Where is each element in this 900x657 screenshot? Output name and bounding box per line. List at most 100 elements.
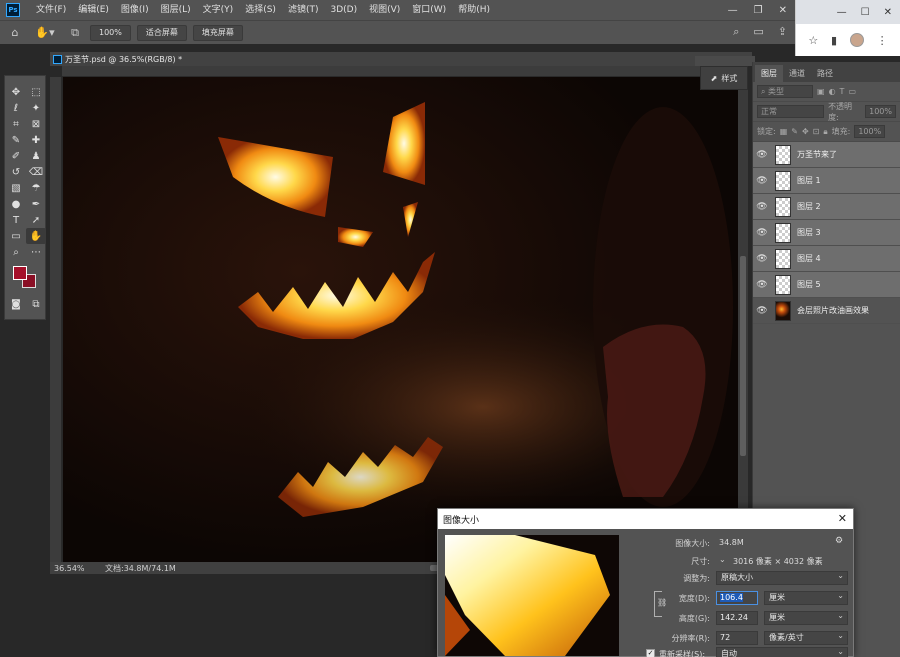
lock-artboard-icon[interactable]: ⊡ [813,127,820,136]
menu-help[interactable]: 帮助(H) [452,0,496,20]
eye-icon[interactable]: 👁︎ [753,254,771,264]
eraser-icon[interactable]: ⌫ [26,164,46,180]
quick-mask-icon[interactable]: ◙ [6,296,26,312]
height-unit-select[interactable]: 厘米 [764,610,848,625]
fill-input[interactable]: 100% [854,125,886,138]
layer-name[interactable]: 万圣节来了 [797,149,837,160]
gradient-tool-icon[interactable]: ▧ [6,180,26,196]
lock-position-icon[interactable]: ✥ [802,127,809,136]
layer-row[interactable]: 👁︎ 图层 4 [753,246,900,272]
layer-name[interactable]: 图层 4 [797,253,821,264]
tab-channels[interactable]: 通道 [783,65,811,82]
zoom-100-button[interactable]: 100% [90,24,131,41]
layer-name[interactable]: 图层 2 [797,201,821,212]
layer-name[interactable]: 图层 5 [797,279,821,290]
filter-type-icon[interactable]: T [840,87,845,96]
eye-icon[interactable]: 👁︎ [753,228,771,238]
menu-layer[interactable]: 图层(L) [155,0,197,20]
gear-icon[interactable]: ⚙ [835,536,843,546]
lock-pixels-icon[interactable]: ▦ [780,127,788,136]
lock-all-icon[interactable]: 🔒︎ [823,127,827,137]
chevron-down-icon[interactable]: ⌄ [719,555,726,564]
width-unit-select[interactable]: 厘米 [764,590,848,605]
close-icon[interactable]: ✕ [838,512,847,525]
shape-tool-icon[interactable]: ▭ [6,228,26,244]
browser-maximize-icon[interactable]: ☐ [861,7,870,18]
menu-edit[interactable]: 编辑(E) [72,0,115,20]
styles-panel-button[interactable]: ⬈ 样式 [700,66,748,90]
close-button[interactable]: ✕ [779,5,787,16]
document-tab[interactable]: 万圣节.psd @ 36.5%(RGB/8) * [50,52,752,66]
resample-checkbox[interactable]: ✓ [646,649,655,657]
eye-icon[interactable]: 👁︎ [753,202,771,212]
menu-3d[interactable]: 3D(D) [324,0,363,20]
hand-tool-icon[interactable]: ✋▾ [34,25,56,41]
doc-info[interactable]: 文档:34.8M/74.1M [105,563,235,574]
lasso-tool-icon[interactable]: ℓ [6,100,26,116]
dodge-tool-icon[interactable]: ● [6,196,26,212]
layer-name[interactable]: 会层照片改油画效果 [797,305,869,316]
fit-to-select[interactable]: 原稿大小 [716,570,848,585]
resample-select[interactable]: 自动 [716,646,848,657]
brush-tool-icon[interactable]: ✐ [6,148,26,164]
tab-layers[interactable]: 图层 [755,65,783,82]
avatar[interactable] [849,33,864,47]
marquee-tool-icon[interactable]: ⬚ [26,84,46,100]
menu-filter[interactable]: 滤镜(T) [282,0,325,20]
frame-tool-icon[interactable]: ⊠ [26,116,46,132]
filter-adjust-icon[interactable]: ◐ [829,87,836,96]
screen-mode-icon[interactable]: ⧉ [26,296,46,312]
layer-name[interactable]: 图层 3 [797,227,821,238]
canvas[interactable] [63,77,738,562]
path-select-icon[interactable]: ➚ [26,212,46,228]
more-tools-icon[interactable]: ⋯ [26,244,46,260]
layer-row[interactable]: 👁︎ 图层 1 [753,168,900,194]
menu-file[interactable]: 文件(F) [30,0,72,20]
search-icon[interactable]: ⌕ [733,25,739,39]
layer-name[interactable]: 图层 1 [797,175,821,186]
move-tool-icon[interactable]: ✥ [6,84,26,100]
resolution-unit-select[interactable]: 像素/英寸 [764,630,848,645]
home-icon[interactable]: ⌂ [4,25,26,41]
history-brush-icon[interactable]: ↺ [6,164,26,180]
eye-icon[interactable]: 👁︎ [753,306,771,316]
eyedropper-icon[interactable]: ✎ [6,132,26,148]
foreground-color[interactable] [13,266,27,280]
zoom-tool-icon[interactable]: ⌕ [6,244,26,260]
scroll-all-windows-icon[interactable]: ⧉ [64,25,86,41]
filter-pixel-icon[interactable]: ▣ [817,87,825,96]
zoom-level[interactable]: 36.54% [50,564,105,573]
stamp-tool-icon[interactable]: ♟ [26,148,46,164]
fill-screen-button[interactable]: 填充屏幕 [192,24,243,41]
eye-icon[interactable]: 👁︎ [753,280,771,290]
eye-icon[interactable]: 👁︎ [753,150,771,160]
healing-brush-icon[interactable]: ✚ [26,132,46,148]
fit-screen-button[interactable]: 适合屏幕 [136,24,187,41]
menu-view[interactable]: 视图(V) [363,0,406,20]
layer-row[interactable]: 👁︎ 图层 5 [753,272,900,298]
smudge-tool-icon[interactable]: ☂ [26,180,46,196]
dialog-preview[interactable] [445,535,619,656]
blend-mode-select[interactable]: 正常 [757,105,825,118]
opacity-input[interactable]: 100% [865,105,896,118]
more-menu-icon[interactable]: ⋮ [877,34,888,47]
layer-row[interactable]: 👁︎ 万圣节来了 [753,142,900,168]
menu-type[interactable]: 文字(Y) [197,0,240,20]
resolution-input[interactable]: 72 [716,631,758,645]
vertical-scrollbar[interactable] [738,66,748,562]
tab-paths[interactable]: 路径 [811,65,839,82]
browser-close-icon[interactable]: ✕ [884,7,892,18]
type-tool-icon[interactable]: T [6,212,26,228]
layer-row[interactable]: 👁︎ 图层 2 [753,194,900,220]
bookmark-star-icon[interactable]: ☆ [808,34,818,47]
filter-shape-icon[interactable]: ▭ [848,87,856,96]
magic-wand-icon[interactable]: ✦ [26,100,46,116]
width-input[interactable]: 106.4 [716,591,758,605]
layer-row[interactable]: 👁︎ 会层照片改油画效果 [753,298,900,324]
pen-tool-icon[interactable]: ✒ [26,196,46,212]
height-input[interactable]: 142.24 [716,611,758,625]
sidebar-icon[interactable]: ▮ [831,34,837,47]
crop-tool-icon[interactable]: ⌗ [6,116,26,132]
menu-window[interactable]: 窗口(W) [406,0,452,20]
menu-image[interactable]: 图像(I) [115,0,155,20]
